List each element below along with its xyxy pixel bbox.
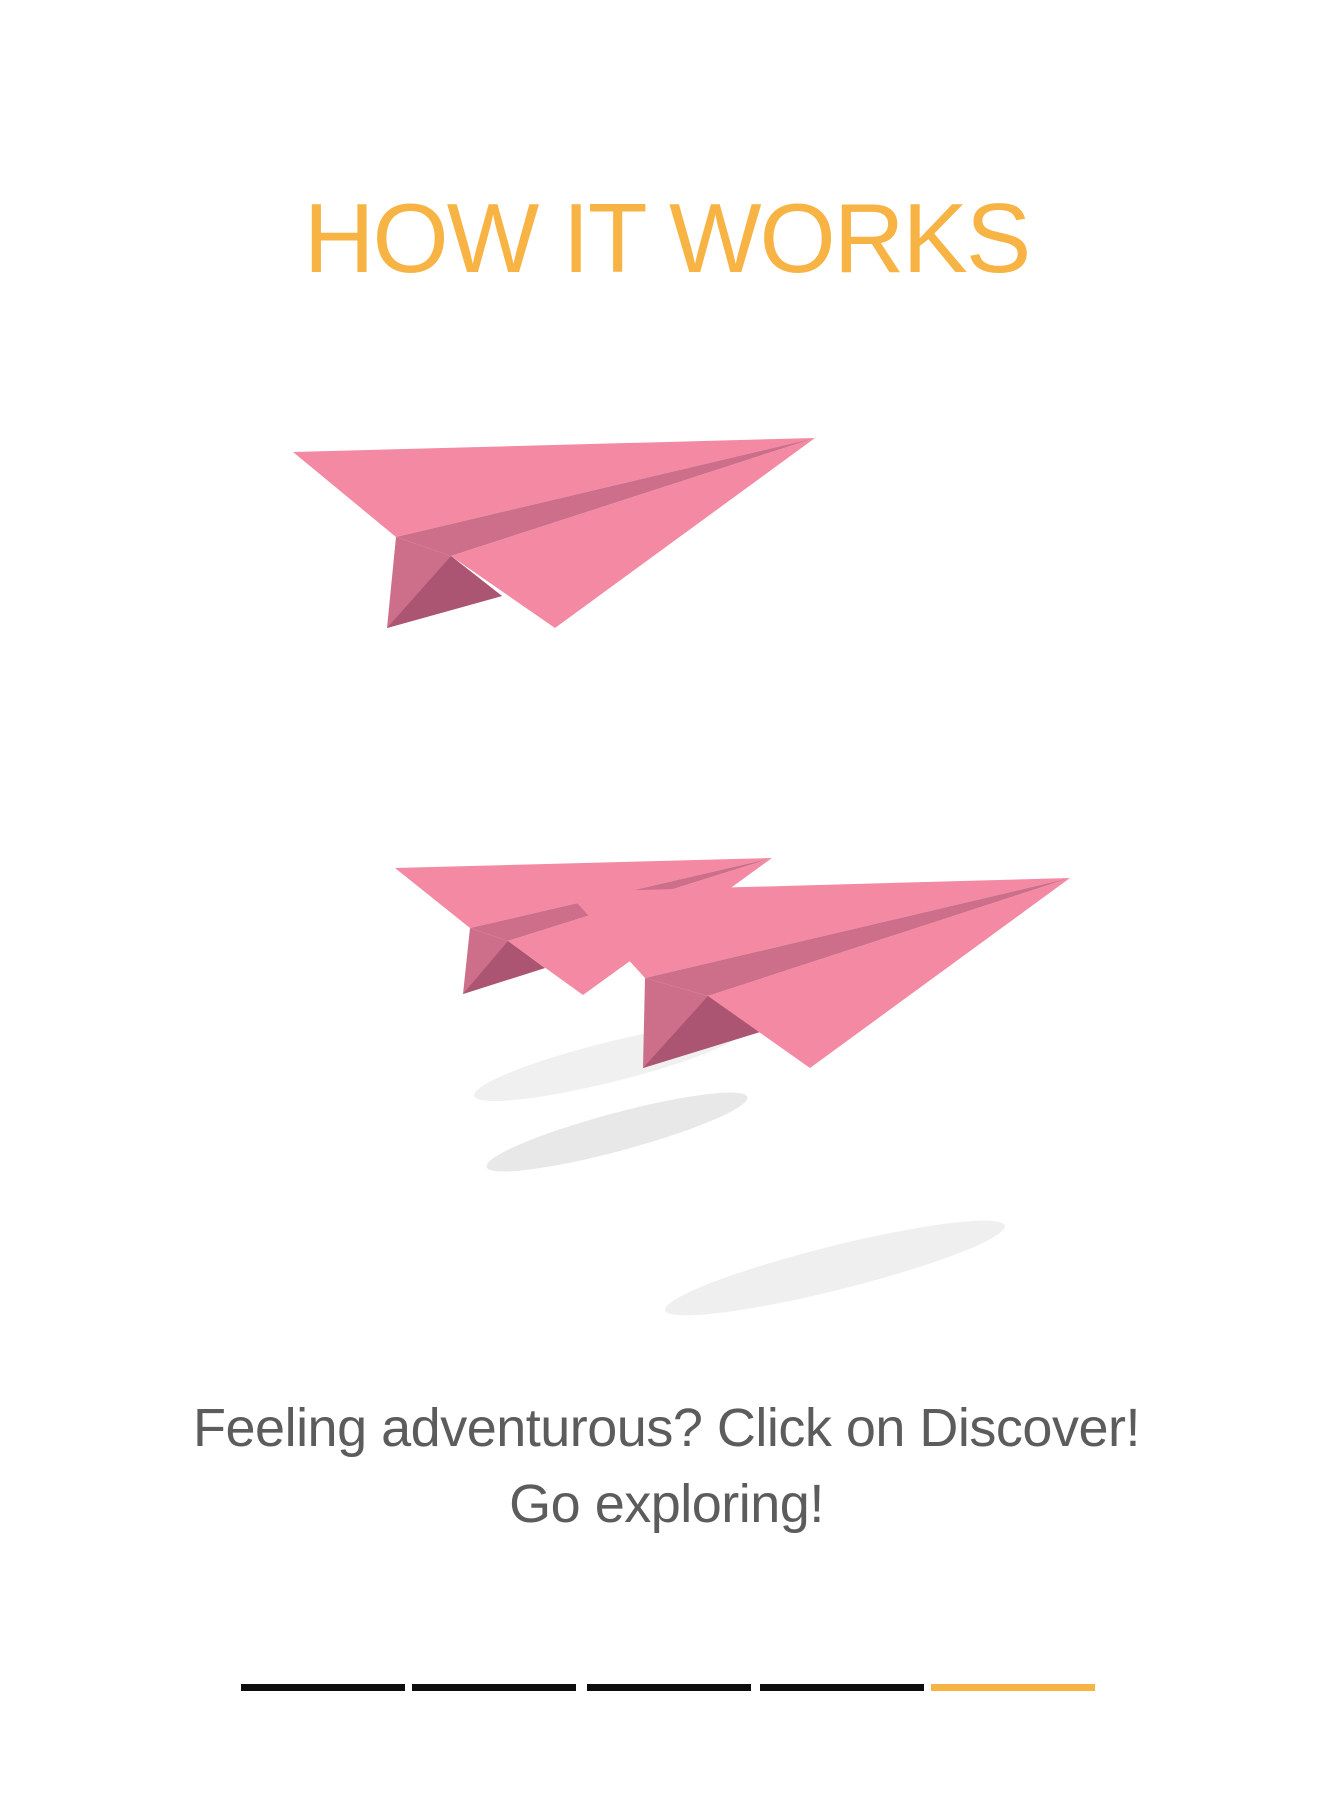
- caption: Feeling adventurous? Click on Discover! …: [0, 1390, 1333, 1542]
- pager-dash-step-2[interactable]: [412, 1684, 576, 1691]
- pager-dash-step-1[interactable]: [241, 1684, 405, 1691]
- caption-line-2: Go exploring!: [509, 1474, 824, 1534]
- pager-dash-step-4[interactable]: [760, 1684, 924, 1691]
- step-pager: [241, 1684, 1095, 1692]
- pager-dash-step-5[interactable]: [931, 1684, 1095, 1691]
- plane-shadow: [665, 1220, 1005, 1316]
- paper-planes-icon: [293, 438, 1070, 1316]
- onboarding-screen: HOW IT WORKS Feeling adventurous? Click …: [0, 0, 1333, 1820]
- caption-line-1: Feeling adventurous? Click on Discover!: [193, 1398, 1140, 1458]
- pager-dash-step-3[interactable]: [587, 1684, 751, 1691]
- paper-plane-top: [293, 438, 815, 628]
